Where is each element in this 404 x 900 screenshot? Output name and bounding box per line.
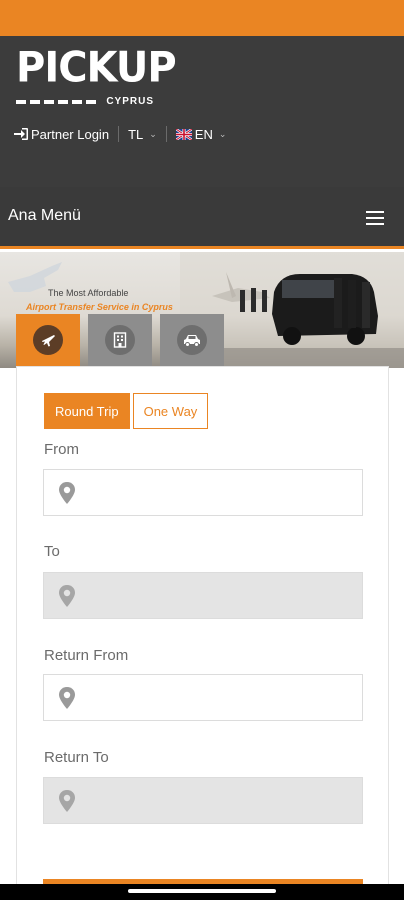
- car-icon: [184, 335, 200, 347]
- return-from-label: Return From: [44, 647, 129, 664]
- hamburger-icon[interactable]: [366, 211, 384, 225]
- divider: [165, 126, 167, 142]
- from-field[interactable]: [43, 469, 363, 516]
- logo-road-stripes: [16, 100, 98, 104]
- tab-airport-transfer[interactable]: [16, 314, 80, 366]
- trip-type-toggle: Round Trip One Way: [44, 393, 209, 429]
- from-label: From: [44, 441, 79, 458]
- home-indicator[interactable]: [128, 889, 276, 893]
- sign-in-icon: [14, 128, 28, 140]
- logo-sub: CYPRUS: [106, 96, 154, 107]
- plane-icon: [42, 335, 55, 347]
- location-pin-icon: [59, 585, 75, 607]
- pickup-cyprus-logo[interactable]: PICKUP CYPRUS: [16, 45, 177, 108]
- chevron-down-icon: ⌄: [149, 128, 157, 139]
- return-to-input[interactable]: [88, 778, 358, 823]
- transfer-type-tabs: [16, 314, 232, 366]
- return-to-label: Return To: [44, 749, 109, 766]
- to-field[interactable]: [43, 572, 363, 619]
- building-icon: [113, 332, 127, 348]
- booking-form-card: Round Trip One Way From To Return From R…: [16, 366, 389, 900]
- return-from-input[interactable]: [88, 675, 358, 720]
- divider: [118, 126, 120, 142]
- location-pin-icon: [59, 687, 75, 709]
- chevron-down-icon: ⌄: [218, 128, 227, 139]
- partner-login-link[interactable]: Partner Login: [31, 127, 109, 142]
- logo-word: PICKUP: [16, 43, 177, 93]
- location-pin-icon: [59, 482, 75, 504]
- site-header: PICKUP CYPRUS Partner Login TL ⌄ EN ⌄: [0, 36, 404, 187]
- tab-car-rental[interactable]: [160, 314, 224, 366]
- banner-tagline: The Most Affordable: [48, 288, 129, 298]
- to-input[interactable]: [88, 573, 358, 618]
- tab-hotel-transfer[interactable]: [88, 314, 152, 366]
- main-menu-title[interactable]: Ana Menü: [8, 207, 81, 225]
- tab-icon-wrap: [177, 325, 207, 355]
- tab-icon-wrap: [33, 325, 63, 355]
- uk-flag-icon: [175, 128, 192, 140]
- from-input[interactable]: [88, 470, 358, 515]
- currency-selector[interactable]: TL: [128, 127, 143, 142]
- round-trip-button[interactable]: Round Trip: [44, 393, 130, 429]
- location-pin-icon: [59, 790, 75, 812]
- tab-icon-wrap: [105, 325, 135, 355]
- banner-tagline-highlight: Airport Transfer Service in Cyprus: [26, 302, 173, 312]
- system-nav-bar: [0, 884, 404, 900]
- header-links: Partner Login TL ⌄ EN ⌄: [14, 124, 226, 144]
- to-label: To: [44, 543, 60, 560]
- main-menu-bar: Ana Menü: [0, 187, 404, 249]
- return-from-field[interactable]: [43, 674, 363, 721]
- return-to-field[interactable]: [43, 777, 363, 824]
- one-way-button[interactable]: One Way: [132, 393, 209, 429]
- top-accent-strip: [0, 0, 404, 36]
- language-selector[interactable]: EN: [195, 127, 213, 142]
